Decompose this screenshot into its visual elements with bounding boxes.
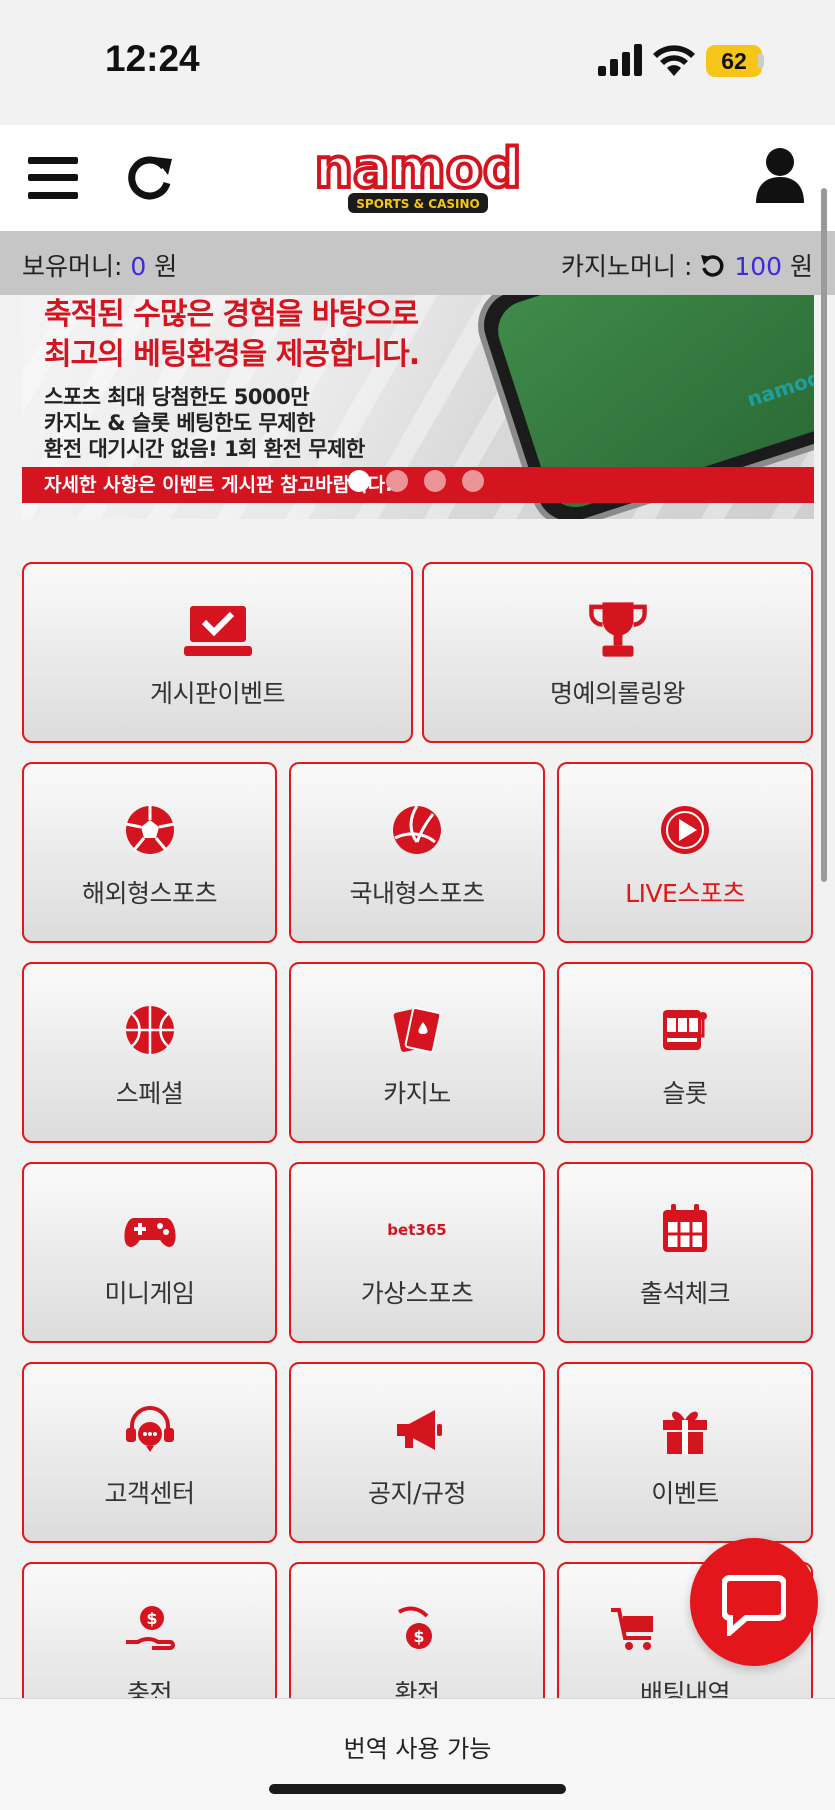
tile-notice-label: 공지/규정 xyxy=(368,1479,466,1508)
soccer-ball-icon xyxy=(125,806,174,854)
money-balance: 보유머니: 0 원 xyxy=(22,247,177,283)
tile-special-label: 스페셜 xyxy=(115,1079,184,1108)
refresh-icon[interactable] xyxy=(124,153,174,203)
basketball-icon xyxy=(125,1006,174,1054)
brand-logo[interactable]: namod SPORTS & CASINO xyxy=(283,139,553,219)
tile-minigame[interactable]: 미니게임 xyxy=(22,1162,277,1343)
tile-casino-label: 카지노 xyxy=(383,1079,451,1108)
cart-icon xyxy=(610,1608,653,1650)
wifi-icon xyxy=(653,45,695,76)
tile-customer-center-label: 고객센터 xyxy=(104,1479,195,1508)
translate-available-button[interactable]: 번역 사용 가능 xyxy=(0,1729,835,1764)
banner-dot-3[interactable] xyxy=(424,470,446,492)
tile-slot[interactable]: 슬롯 xyxy=(557,962,813,1143)
casino-refresh-icon[interactable] xyxy=(700,254,726,278)
megaphone-icon xyxy=(397,1410,442,1450)
tile-notice[interactable]: 공지/규정 xyxy=(289,1362,545,1543)
tile-hall-of-fame-label: 명예의롤링왕 xyxy=(549,679,686,708)
tile-special[interactable]: 스페셜 xyxy=(22,962,277,1143)
logo-subtitle: SPORTS & CASINO xyxy=(356,197,479,211)
tile-casino[interactable]: 카지노 xyxy=(289,962,545,1143)
casino-value: 100 xyxy=(734,252,783,281)
calendar-icon xyxy=(663,1204,707,1252)
volleyball-icon xyxy=(393,805,441,854)
slot-machine-icon xyxy=(663,1010,707,1050)
tile-event-label: 이벤트 xyxy=(651,1479,719,1508)
battery-cap xyxy=(758,54,764,68)
signal-icon xyxy=(598,44,642,76)
banner-dot-4[interactable] xyxy=(462,470,484,492)
logo-wordmark: namod xyxy=(315,139,522,200)
tile-customer-center[interactable]: 고객센터 xyxy=(22,1362,277,1543)
tile-event[interactable]: 이벤트 xyxy=(557,1362,813,1543)
tile-attendance-label: 출석체크 xyxy=(639,1279,731,1308)
casino-balance: 카지노머니 : 100 원 xyxy=(561,247,813,283)
banner-headline-2: 최고의 베팅환경을 제공합니다. xyxy=(44,337,420,372)
hamburger-menu-icon[interactable] xyxy=(28,155,78,201)
money-label: 보유머니: xyxy=(22,252,123,281)
trophy-icon xyxy=(588,602,647,657)
playing-cards-icon xyxy=(393,1007,442,1053)
casino-unit: 원 xyxy=(789,252,813,281)
user-account-icon[interactable] xyxy=(754,147,806,203)
promo-banner[interactable]: namod 축적된 수많은 경험을 바탕으로 최고의 베팅환경을 제공합니다. … xyxy=(22,295,814,519)
headset-support-icon xyxy=(125,1406,174,1452)
svg-text:$: $ xyxy=(413,1627,424,1646)
money-value: 0 xyxy=(130,252,147,281)
gamepad-icon xyxy=(123,1218,176,1247)
casino-label: 카지노머니 : xyxy=(561,252,693,281)
tile-virtual-sports[interactable]: bet365 가상스포츠 xyxy=(289,1162,545,1343)
banner-dot-1[interactable] xyxy=(348,470,370,492)
tile-live-sports-label: LIVE스포츠 xyxy=(625,879,745,908)
live-chat-button[interactable] xyxy=(690,1538,818,1666)
status-time: 12:24 xyxy=(105,38,200,79)
tile-overseas-sports-label: 해외형스포츠 xyxy=(81,879,218,908)
play-button-icon xyxy=(661,806,709,854)
page-scrollbar[interactable] xyxy=(821,188,827,882)
tile-virtual-sports-label: 가상스포츠 xyxy=(360,1279,474,1308)
svg-text:$: $ xyxy=(146,1609,157,1628)
banner-footer: 자세한 사항은 이벤트 게시판 참고바랍니다. xyxy=(22,467,814,503)
gift-icon xyxy=(663,1411,707,1454)
banner-line-3: 환전 대기시간 없음! 1회 환전 무제한 xyxy=(44,437,365,461)
battery-indicator: 62 xyxy=(706,45,762,77)
status-bar: 12:24 62 xyxy=(0,0,835,125)
phone-logo: namod xyxy=(744,365,814,412)
tile-board-event[interactable]: 게시판이벤트 xyxy=(22,562,413,743)
balance-bar: 보유머니: 0 원 카지노머니 : 100 원 xyxy=(0,231,835,295)
tile-attendance[interactable]: 출석체크 xyxy=(557,1162,813,1343)
tile-domestic-sports[interactable]: 국내형스포츠 xyxy=(289,762,545,943)
hand-dollar-icon: $ xyxy=(125,1606,175,1650)
tile-slot-label: 슬롯 xyxy=(662,1079,708,1108)
home-indicator xyxy=(269,1784,566,1794)
bet365-icon: bet365 xyxy=(387,1221,447,1239)
banner-headline-1: 축적된 수많은 경험을 바탕으로 xyxy=(44,297,419,332)
tile-board-event-label: 게시판이벤트 xyxy=(149,679,286,708)
money-unit: 원 xyxy=(154,252,178,281)
board-check-icon xyxy=(183,606,252,656)
withdraw-money-icon: $ xyxy=(397,1606,432,1649)
tile-hall-of-fame[interactable]: 명예의롤링왕 xyxy=(422,562,813,743)
chat-bubble-icon xyxy=(722,1575,786,1636)
app-header: namod SPORTS & CASINO xyxy=(0,125,835,231)
tile-minigame-label: 미니게임 xyxy=(104,1279,195,1308)
tile-domestic-sports-label: 국내형스포츠 xyxy=(349,879,485,908)
tile-overseas-sports[interactable]: 해외형스포츠 xyxy=(22,762,277,943)
banner-dot-2[interactable] xyxy=(386,470,408,492)
tile-live-sports[interactable]: LIVE스포츠 xyxy=(557,762,813,943)
